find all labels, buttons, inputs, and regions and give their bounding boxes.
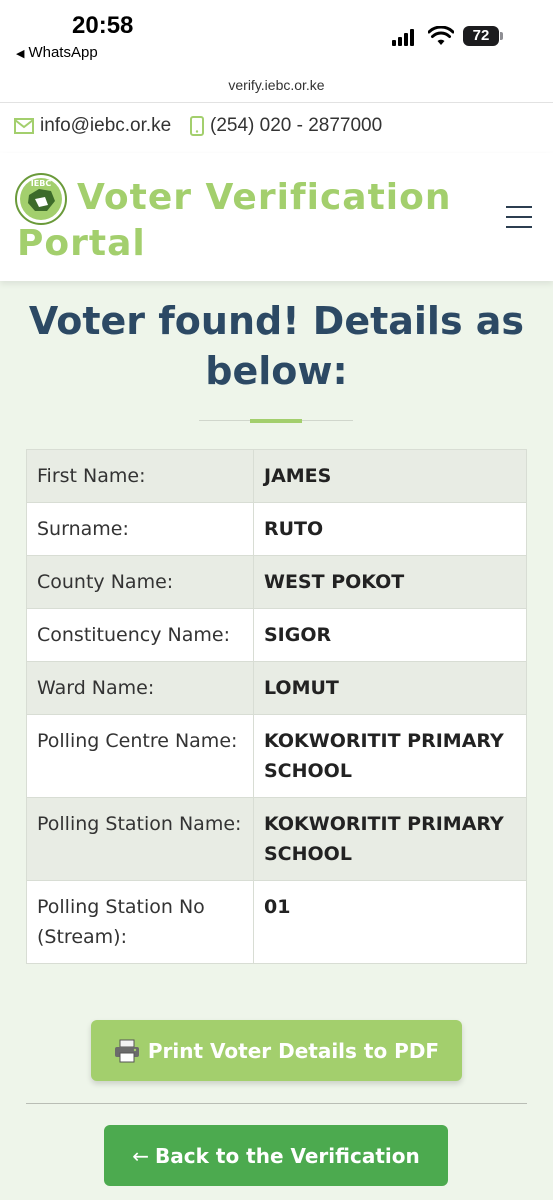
back-app-label: WhatsApp [28,44,98,61]
envelope-icon [14,118,34,134]
table-row: Constituency Name: SIGOR [26,608,527,662]
url-text: verify.iebc.or.ke [228,77,325,93]
table-row: Ward Name: LOMUT [26,661,527,715]
url-bar[interactable]: verify.iebc.or.ke [0,72,553,103]
battery-level: 72 [463,26,499,46]
detail-value: RUTO [253,502,527,556]
detail-label: Polling Centre Name: [26,714,254,798]
detail-label: Constituency Name: [26,608,254,662]
detail-label: Polling Station Name: [26,797,254,881]
wifi-icon [428,26,454,45]
phone-text: (254) 020 - 2877000 [210,115,383,136]
back-to-verification-button[interactable]: ← Back to the Verification [104,1125,448,1186]
printer-icon [114,1039,139,1062]
mobile-phone-icon [190,116,204,136]
email-link[interactable]: info@iebc.or.ke [14,115,171,137]
detail-value: SIGOR [253,608,527,662]
detail-label: County Name: [26,555,254,609]
table-row: First Name: JAMES [26,449,527,503]
detail-value: KOKWORITIT PRIMARY SCHOOL [253,797,527,881]
section-divider [26,1103,527,1104]
status-time: 20:58 [72,12,134,39]
email-text: info@iebc.or.ke [40,115,172,136]
detail-value: KOKWORITIT PRIMARY SCHOOL [253,714,527,798]
heading-divider-accent [250,419,302,423]
site-header: IEBC Voter Verification Portal [0,153,553,281]
detail-label: First Name: [26,449,254,503]
page-heading: Voter found! Details as below: [28,299,525,393]
back-to-app-link[interactable]: ◀ WhatsApp [16,44,98,61]
table-row: Surname: RUTO [26,502,527,556]
phone-link[interactable]: (254) 020 - 2877000 [190,115,382,137]
cellular-signal-icon [392,29,418,46]
battery-nub [500,32,503,40]
detail-label: Surname: [26,502,254,556]
table-row: Polling Centre Name: KOKWORITIT PRIMARY … [26,714,527,798]
back-button-label: Back to the Verification [155,1143,420,1168]
detail-value: LOMUT [253,661,527,715]
detail-value: JAMES [253,449,527,503]
print-pdf-button[interactable]: Print Voter Details to PDF [91,1020,462,1081]
detail-label: Ward Name: [26,661,254,715]
contact-bar: info@iebc.or.ke (254) 020 - 2877000 [0,103,553,153]
back-triangle-icon: ◀ [16,48,25,60]
hamburger-menu-icon[interactable] [506,206,532,230]
detail-label: Polling Station No (Stream): [26,880,254,964]
print-button-label: Print Voter Details to PDF [147,1038,440,1063]
table-row: Polling Station Name: KOKWORITIT PRIMARY… [26,797,527,881]
left-arrow-icon: ← [132,1143,150,1168]
portal-title: Voter Verification Portal [17,177,452,264]
detail-value: WEST POKOT [253,555,527,609]
table-row: County Name: WEST POKOT [26,555,527,609]
table-row: Polling Station No (Stream): 01 [26,880,527,964]
status-bar: 20:58 ◀ WhatsApp 72 [0,0,553,72]
voter-details-table: First Name: JAMES Surname: RUTO County N… [26,449,527,964]
detail-value: 01 [253,880,527,964]
